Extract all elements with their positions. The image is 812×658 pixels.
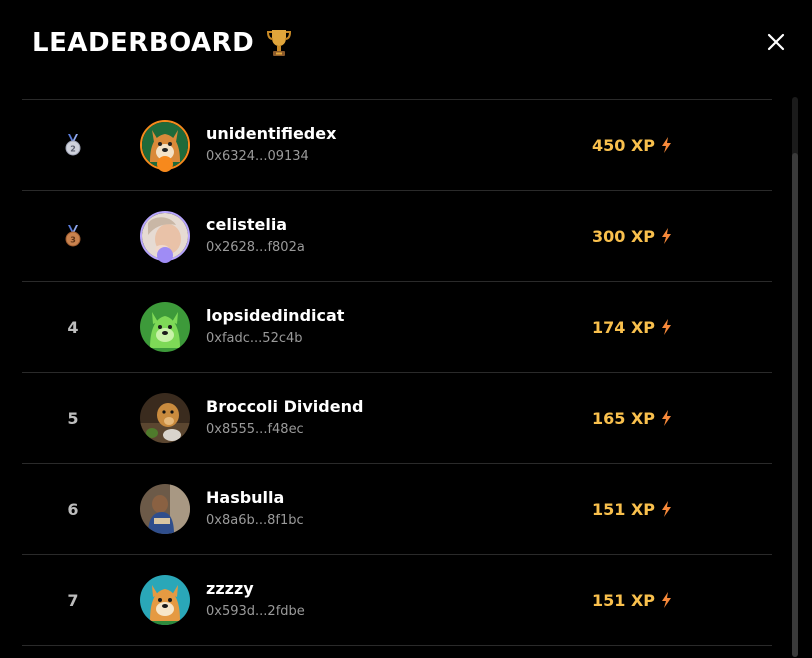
rank-number: 5 <box>67 408 79 428</box>
leaderboard-row[interactable]: 4 lopsidedindicat 0xfadc...52c4b 174 XP <box>22 282 772 373</box>
wallet-address: 0x8a6b...8f1bc <box>206 513 304 528</box>
lightning-bolt-icon <box>662 410 672 426</box>
trophy-icon <box>267 30 292 56</box>
lightning-bolt-icon <box>662 228 672 244</box>
wallet-address: 0x593d...2fdbe <box>206 604 305 619</box>
rank-cell: 6 <box>22 464 124 554</box>
green-doge-avatar <box>140 302 190 352</box>
rank-number: 4 <box>67 317 79 337</box>
rank-cell: 7 <box>22 555 124 645</box>
leaderboard-row[interactable]: 5 Broccoli Dividend 0x8555...f48ec 165 X… <box>22 373 772 464</box>
leaderboard-modal: LEADERBOARD 2 unidentifiedex 0x6324...09… <box>0 0 812 657</box>
svg-text:2: 2 <box>70 145 76 154</box>
avatar <box>140 393 190 443</box>
wallet-address: 0x8555...f48ec <box>206 422 304 437</box>
svg-text:3: 3 <box>70 236 76 245</box>
wallet-address: 0xfadc...52c4b <box>206 331 303 346</box>
scrollbar[interactable] <box>792 97 798 657</box>
scrollbar-thumb[interactable] <box>792 153 798 657</box>
xp-value: 450 XP <box>592 100 672 190</box>
xp-value: 165 XP <box>592 373 672 463</box>
xp-text: 450 XP <box>592 135 656 155</box>
avatar <box>140 575 190 625</box>
xp-value: 151 XP <box>592 555 672 645</box>
username: Hasbulla <box>206 488 285 507</box>
xp-value: 300 XP <box>592 191 672 281</box>
close-icon[interactable] <box>766 32 786 52</box>
xp-text: 165 XP <box>592 408 656 428</box>
username: celistelia <box>206 215 288 234</box>
person-photo-avatar <box>140 484 190 534</box>
rank-cell: 5 <box>22 373 124 463</box>
username: zzzzy <box>206 579 254 598</box>
avatar <box>140 120 190 172</box>
xp-value: 151 XP <box>592 464 672 554</box>
leaderboard-row[interactable]: 7 zzzzy 0x593d...2fdbe 151 XP <box>22 555 772 646</box>
leaderboard-row[interactable]: 3 celistelia 0x2628...f802a 300 XP <box>22 191 772 282</box>
username: unidentifiedex <box>206 124 337 143</box>
rank-cell: 3 <box>22 191 124 281</box>
xp-value: 174 XP <box>592 282 672 372</box>
leaderboard-row[interactable]: 6 Hasbulla 0x8a6b...8f1bc 151 XP <box>22 464 772 555</box>
shiba-dog-avatar <box>140 575 190 625</box>
xp-text: 151 XP <box>592 590 656 610</box>
wallet-address: 0x2628...f802a <box>206 240 305 255</box>
rank-cell: 2 <box>22 100 124 190</box>
xp-text: 300 XP <box>592 226 656 246</box>
rank-number: 7 <box>67 590 79 610</box>
wallet-address: 0x6324...09134 <box>206 149 309 164</box>
title-text: LEADERBOARD <box>32 28 255 58</box>
lightning-bolt-icon <box>662 592 672 608</box>
page-title: LEADERBOARD <box>32 28 292 58</box>
lightning-bolt-icon <box>662 501 672 517</box>
avatar <box>140 211 190 263</box>
lightning-bolt-icon <box>662 319 672 335</box>
silver-medal-icon: 2 <box>65 134 81 156</box>
bronze-medal-icon: 3 <box>65 225 81 247</box>
leaderboard-list: 2 unidentifiedex 0x6324...09134 450 XP 3… <box>22 99 772 658</box>
rank-number: 6 <box>67 499 79 519</box>
dog-photo-avatar <box>140 393 190 443</box>
avatar <box>140 484 190 534</box>
username: lopsidedindicat <box>206 306 345 325</box>
rank-cell: 4 <box>22 282 124 372</box>
xp-text: 174 XP <box>592 317 656 337</box>
tier-badge <box>157 156 173 172</box>
username: Broccoli Dividend <box>206 397 364 416</box>
modal-header: LEADERBOARD <box>0 0 812 96</box>
avatar <box>140 302 190 352</box>
xp-text: 151 XP <box>592 499 656 519</box>
leaderboard-row[interactable]: 2 unidentifiedex 0x6324...09134 450 XP <box>22 100 772 191</box>
tier-badge <box>157 247 173 263</box>
lightning-bolt-icon <box>662 137 672 153</box>
